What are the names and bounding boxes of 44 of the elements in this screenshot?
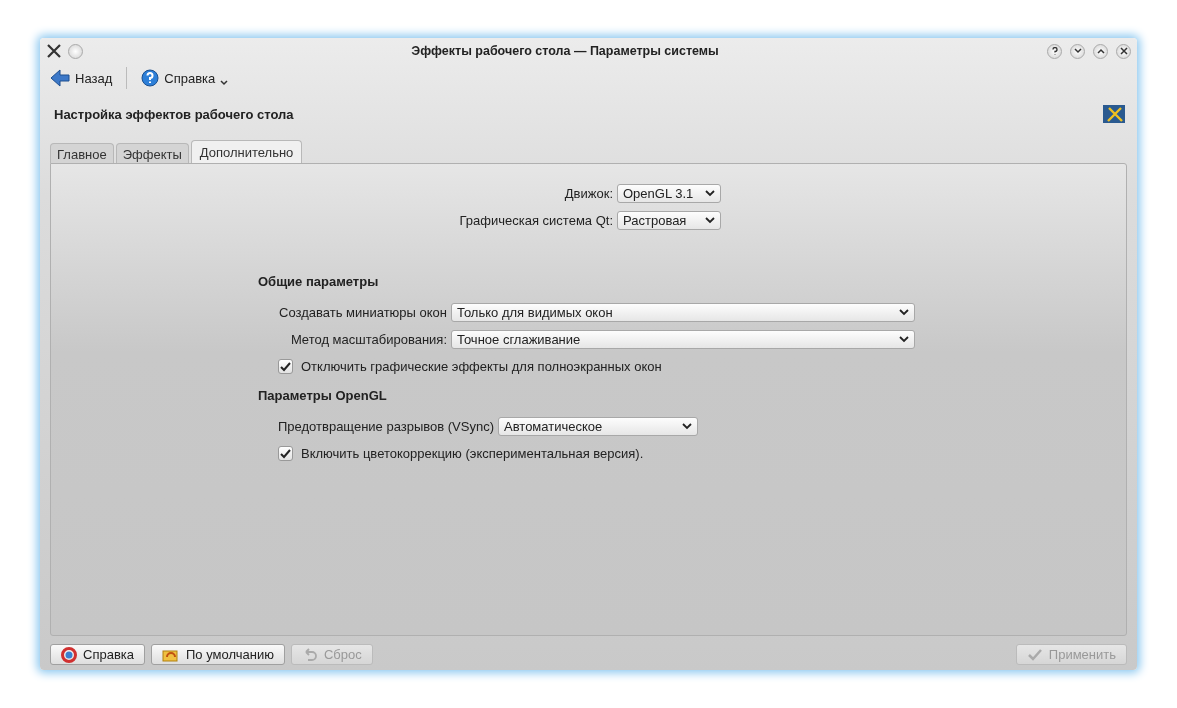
field-label: Предотвращение разрывов (VSync) xyxy=(278,419,495,434)
checkbox[interactable] xyxy=(278,359,293,374)
field-label: Метод масштабирования: xyxy=(289,332,447,347)
chevron-down-icon xyxy=(682,423,693,430)
field-label: Создавать миниатюры окон xyxy=(278,305,447,320)
chevron-down-icon xyxy=(899,309,909,316)
checkbox[interactable] xyxy=(278,446,293,461)
help-icon xyxy=(141,69,160,87)
dropdown[interactable]: Точное сглаживание xyxy=(451,330,915,349)
chevron-down-icon xyxy=(705,217,715,224)
field-label: Графическая система Qt: xyxy=(458,213,613,228)
dropdown[interactable]: Автоматическое xyxy=(498,417,699,436)
checkmark-icon xyxy=(1026,647,1043,662)
question-mark-icon xyxy=(1050,47,1059,55)
field-label: Движок: xyxy=(563,186,613,201)
close-button[interactable] xyxy=(1116,43,1131,59)
window-title: Эффекты рабочего стола — Параметры системы xyxy=(410,44,720,58)
help-menu-button[interactable]: Справка xyxy=(137,67,233,89)
chevron-down-icon xyxy=(705,190,715,197)
lifebuoy-icon xyxy=(61,646,77,663)
maximize-button[interactable] xyxy=(1093,43,1108,59)
section-title: Параметры OpenGL xyxy=(258,388,388,403)
tab[interactable]: Дополнительно xyxy=(190,140,303,163)
section-title: Общие параметры xyxy=(258,274,380,289)
dropdown[interactable]: Только для видимых окон xyxy=(451,303,915,322)
help-button[interactable]: Справка xyxy=(50,644,145,665)
page-heading: Настройка эффектов рабочего стола xyxy=(54,106,294,122)
chevron-up-icon xyxy=(1096,48,1105,54)
arrow-left-icon xyxy=(50,69,70,87)
defaults-button[interactable]: По умолчанию xyxy=(151,644,285,665)
chevron-down-icon xyxy=(220,80,229,86)
tab[interactable]: Эффекты xyxy=(115,143,189,163)
dropdown[interactable]: OpenGL 3.1 xyxy=(617,184,721,203)
dropdown[interactable]: Растровая xyxy=(617,211,721,230)
back-button[interactable]: Назад xyxy=(46,67,117,89)
minimize-button[interactable] xyxy=(1070,43,1085,59)
close-icon xyxy=(1119,47,1128,55)
checkbox-label[interactable]: Отключить графические эффекты для полноэкранных окон xyxy=(301,359,662,374)
desktop-tools-icon xyxy=(1103,105,1125,123)
tab[interactable]: Главное xyxy=(50,143,114,163)
help-button[interactable] xyxy=(1047,43,1062,59)
chevron-down-icon xyxy=(899,336,909,343)
checkbox-label[interactable]: Включить цветокоррекцию (экспериментальная версия). xyxy=(301,446,644,461)
chevron-down-icon xyxy=(1073,48,1082,54)
